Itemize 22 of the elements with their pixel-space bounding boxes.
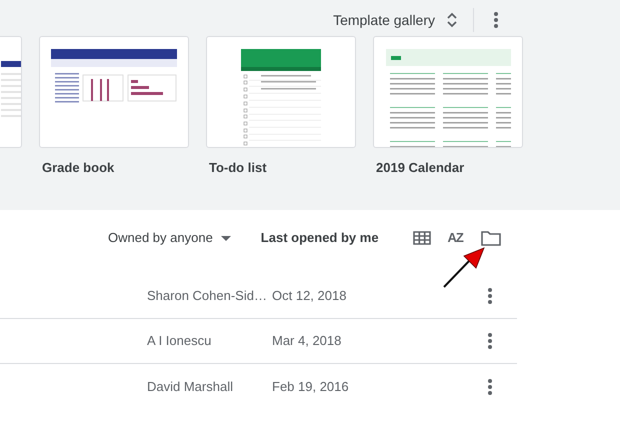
date-text: Mar 4, 2018 [272, 332, 342, 350]
date-text: Feb 19, 2016 [272, 378, 350, 396]
thumbnail-drawing [1, 61, 21, 117]
sort-button[interactable]: Last opened by me [260, 228, 379, 248]
owner-filter-dropdown[interactable]: Owned by anyone [108, 228, 231, 248]
file-row[interactable]: David Marshall Feb 19, 2016 [0, 364, 517, 409]
grid-view-icon[interactable] [412, 231, 431, 245]
file-row[interactable]: A I Ionescu Mar 4, 2018 [0, 319, 517, 364]
unfold-icon [447, 12, 457, 28]
owner-text: David Marshall [147, 378, 234, 396]
sort-az-button[interactable]: AZ [448, 228, 463, 248]
template-title[interactable]: Grade book [42, 158, 189, 178]
template-gallery-button[interactable]: Template gallery [333, 10, 457, 30]
template-title[interactable]: To-do list [209, 158, 356, 178]
owner-text: A I Ionescu [147, 332, 212, 350]
date-text: Oct 12, 2018 [272, 287, 348, 306]
folder-icon[interactable] [480, 230, 501, 246]
owner-text: Sharon Cohen-Sid… [147, 287, 268, 306]
template-title[interactable]: 2019 Calendar [376, 158, 523, 178]
caret-icon [220, 236, 231, 240]
template-card[interactable] [39, 36, 189, 148]
file-row[interactable]: Sharon Cohen-Sid… Oct 12, 2018 [0, 274, 517, 319]
